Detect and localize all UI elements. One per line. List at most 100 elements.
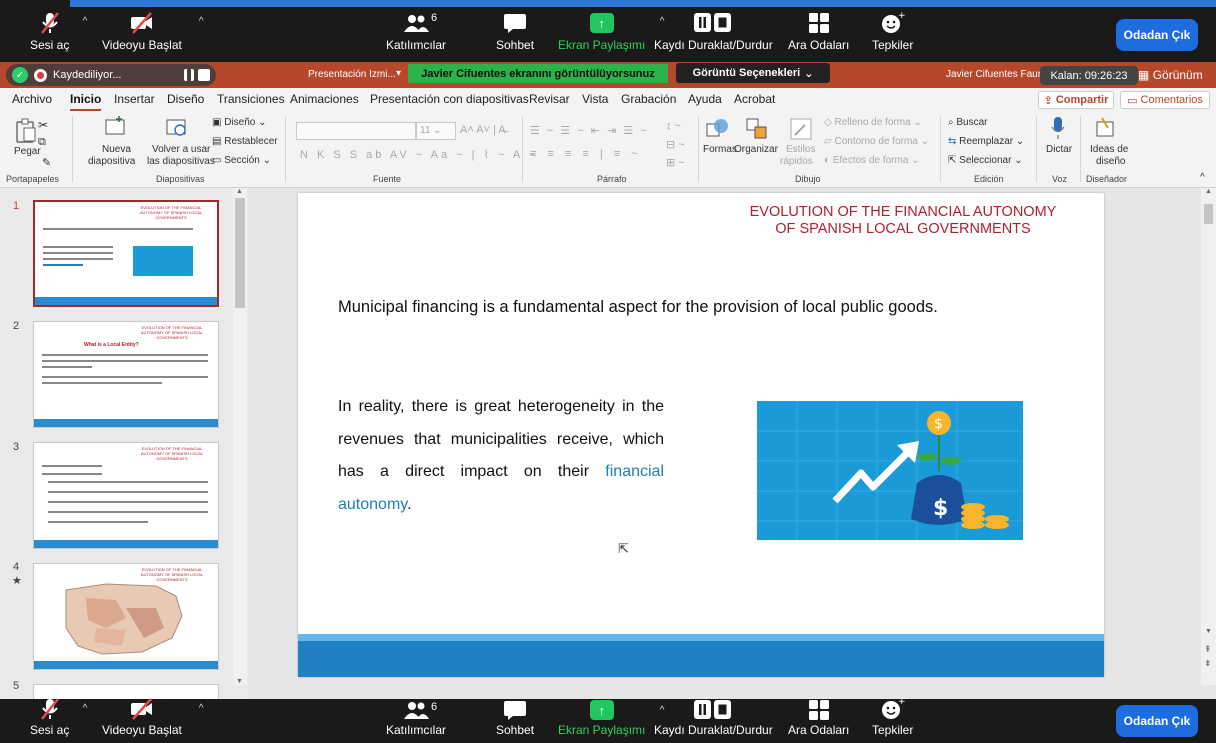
- designer-label-1[interactable]: Ideas de: [1090, 144, 1128, 155]
- find-button[interactable]: ⌕ Buscar: [948, 117, 988, 128]
- microphone-icon[interactable]: [1050, 116, 1066, 143]
- share-screen-button[interactable]: ↑ ^ Ekran Paylaşımı: [558, 699, 664, 743]
- tab-archivo[interactable]: Archivo: [12, 92, 52, 106]
- reset-button[interactable]: ▤ Restablecer: [212, 136, 278, 147]
- slide-thumbnail-1[interactable]: EVOLUTION OF THE FINANCIAL AUTONOMY OF S…: [33, 200, 219, 307]
- chat-button[interactable]: Sohbet: [496, 699, 534, 743]
- slide-body-text[interactable]: In reality, there is great heterogeneity…: [338, 391, 664, 521]
- money-growth-image[interactable]: $ $: [757, 401, 1023, 540]
- arrange-button[interactable]: Organizar: [734, 144, 778, 155]
- shape-outline-button[interactable]: ▱ Contorno de forma ⌄: [824, 136, 929, 147]
- paste-icon[interactable]: [14, 118, 38, 144]
- start-video-button[interactable]: ^ Videoyu Başlat: [102, 698, 204, 743]
- arrange-icon[interactable]: [746, 118, 768, 143]
- leave-meeting-button[interactable]: Odadan Çık: [1116, 19, 1198, 51]
- font-size-buttons[interactable]: A˄ A˅ | A̶: [460, 124, 506, 136]
- tab-grabacion[interactable]: Grabación: [621, 92, 676, 106]
- security-shield-icon[interactable]: ✓: [12, 67, 28, 83]
- font-size-box[interactable]: 11 ⌄: [416, 122, 456, 140]
- designer-label-2[interactable]: diseño: [1096, 156, 1125, 167]
- previous-slide-icon[interactable]: ⇞: [1204, 644, 1212, 655]
- smartart-icon[interactable]: ⊞ ~: [666, 156, 685, 169]
- quick-styles-label-1[interactable]: Estilos: [786, 144, 815, 155]
- font-name-box[interactable]: [296, 122, 416, 140]
- shapes-icon[interactable]: [706, 118, 730, 143]
- slide-lead-text[interactable]: Municipal financing is a fundamental asp…: [338, 298, 938, 317]
- reuse-slides-label-1[interactable]: Volver a usar: [152, 144, 210, 155]
- select-button[interactable]: ⇱ Seleccionar ⌄: [948, 155, 1023, 166]
- quick-styles-icon[interactable]: [790, 118, 812, 143]
- participants-button[interactable]: 6 Katılımcılar: [386, 699, 446, 743]
- start-video-button[interactable]: ^ Videoyu Başlat: [102, 0, 204, 62]
- list-buttons[interactable]: ☰ ~ ☰ ~ ⇤ ⇥ ☰ ~: [530, 124, 649, 137]
- new-slide-label-1[interactable]: Nueva: [102, 144, 131, 155]
- tab-transiciones[interactable]: Transiciones: [217, 92, 285, 106]
- scroll-down-icon[interactable]: ▼: [1205, 628, 1212, 635]
- unmute-button[interactable]: ^ Sesi aç: [30, 0, 87, 62]
- unmute-options-caret[interactable]: ^: [83, 16, 88, 27]
- slide-thumbnail-2[interactable]: EVOLUTION OF THE FINANCIAL AUTONOMY OF S…: [33, 321, 219, 428]
- scroll-up-icon[interactable]: ▲: [1205, 188, 1212, 195]
- slide-thumbnail-3[interactable]: EVOLUTION OF THE FINANCIAL AUTONOMY OF S…: [33, 442, 219, 549]
- tab-revisar[interactable]: Revisar: [529, 92, 570, 106]
- scroll-down-icon[interactable]: ▼: [236, 678, 243, 685]
- slide-title[interactable]: EVOLUTION OF THE FINANCIAL AUTONOMY OF S…: [738, 204, 1068, 238]
- presentation-name-chevron-icon[interactable]: ▾: [396, 68, 401, 79]
- cut-icon[interactable]: ✂: [38, 118, 48, 132]
- designer-icon[interactable]: [1094, 116, 1116, 143]
- tab-presentacion[interactable]: Presentación con diapositivas: [370, 92, 529, 106]
- scrollbar-thumb[interactable]: [1204, 204, 1213, 224]
- share-button[interactable]: ⇪ Compartir: [1038, 91, 1114, 109]
- layout-button[interactable]: ▣ Diseño ⌄: [212, 117, 267, 128]
- tab-ayuda[interactable]: Ayuda: [688, 92, 722, 106]
- copy-icon[interactable]: ⧉: [38, 136, 46, 149]
- scroll-up-icon[interactable]: ▲: [236, 188, 243, 195]
- align-text-icon[interactable]: ⊟ ~: [666, 138, 685, 151]
- section-button[interactable]: ▭ Sección ⌄: [212, 155, 271, 166]
- quick-styles-label-2[interactable]: rápidos: [780, 156, 813, 167]
- dictate-button[interactable]: Dictar: [1046, 144, 1072, 155]
- view-options-button[interactable]: Görüntü Seçenekleri ⌄: [676, 63, 830, 83]
- leave-meeting-button[interactable]: Odadan Çık: [1116, 705, 1198, 737]
- current-slide[interactable]: EVOLUTION OF THE FINANCIAL AUTONOMY OF S…: [298, 193, 1104, 677]
- pause-stop-recording-button[interactable]: Kaydı Duraklat/Durdur: [654, 0, 773, 62]
- font-format-buttons[interactable]: N K S S ab AV ~ Aa ~ | ⌇ ~ A ~: [300, 148, 538, 161]
- participants-button[interactable]: 6 Katılımcılar: [386, 0, 446, 62]
- thumbnail-pane-scrollbar[interactable]: ▲ ▼: [233, 188, 247, 685]
- video-options-caret[interactable]: ^: [199, 16, 204, 27]
- pause-stop-recording-button[interactable]: Kaydı Duraklat/Durdur: [654, 699, 773, 743]
- slide-thumbnail-5[interactable]: [33, 684, 219, 699]
- tab-diseno[interactable]: Diseño: [167, 92, 204, 106]
- slide-scrollbar[interactable]: ▲ ▼ ⇞ ⇟: [1201, 188, 1216, 685]
- slide-thumbnail-4[interactable]: EVOLUTION OF THE FINANCIAL AUTONOMY OF S…: [33, 563, 219, 670]
- tab-insertar[interactable]: Insertar: [114, 92, 155, 106]
- share-screen-button[interactable]: ↑ ^ Ekran Paylaşımı: [558, 0, 664, 62]
- reactions-button[interactable]: + Tepkiler: [872, 0, 913, 62]
- breakout-rooms-button[interactable]: Ara Odaları: [788, 0, 849, 62]
- reactions-button[interactable]: + Tepkiler: [872, 697, 913, 743]
- text-direction-icon[interactable]: ↕ ~: [666, 120, 681, 132]
- format-painter-icon[interactable]: ✎: [42, 156, 51, 169]
- reuse-slides-icon[interactable]: [166, 118, 186, 138]
- chat-button[interactable]: Sohbet: [496, 0, 534, 62]
- breakout-rooms-button[interactable]: Ara Odaları: [788, 699, 849, 743]
- comments-button[interactable]: ▭ Comentarios: [1120, 91, 1210, 109]
- reuse-slides-label-2[interactable]: las diapositivas: [147, 156, 215, 167]
- shapes-button[interactable]: Formas: [703, 144, 737, 155]
- tab-vista[interactable]: Vista: [582, 92, 608, 106]
- recording-controls[interactable]: [184, 69, 210, 81]
- new-slide-label-2[interactable]: diapositiva: [88, 156, 135, 167]
- replace-button[interactable]: ⇆ Reemplazar ⌄: [948, 136, 1024, 147]
- shape-fill-button[interactable]: ◇ Relleno de forma ⌄: [824, 117, 922, 128]
- unmute-options-caret[interactable]: ^: [83, 703, 88, 714]
- view-button[interactable]: ▦ Görünüm: [1138, 68, 1203, 82]
- align-buttons[interactable]: ≡ ≡ ≡ ≡ | ≡ ~: [530, 148, 642, 160]
- next-slide-icon[interactable]: ⇟: [1204, 658, 1212, 669]
- unmute-button[interactable]: ^ Sesi aç: [30, 698, 87, 743]
- shape-effects-button[interactable]: ◐ Efectos de forma ⌄: [824, 155, 920, 166]
- collapse-ribbon-icon[interactable]: ^: [1200, 172, 1205, 183]
- scrollbar-thumb[interactable]: [235, 198, 245, 308]
- tab-inicio[interactable]: Inicio: [70, 92, 102, 111]
- presentation-name[interactable]: Presentación Izmi...: [308, 69, 396, 80]
- pause-recording-icon[interactable]: [184, 69, 194, 81]
